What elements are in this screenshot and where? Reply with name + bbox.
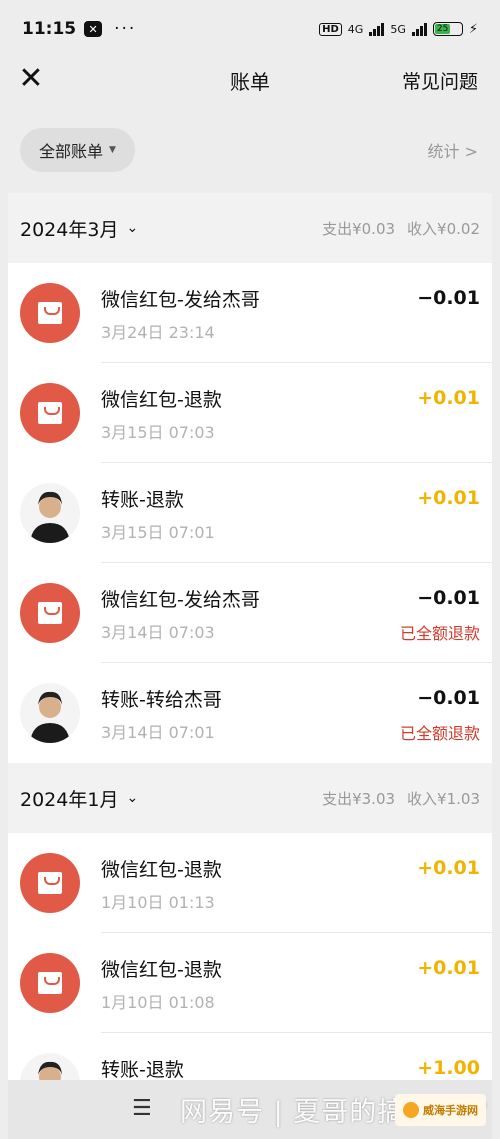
transaction-name: 转账-转给杰哥 bbox=[101, 689, 222, 711]
transaction-amount: −0.01 bbox=[417, 687, 480, 709]
month-summary: 支出¥3.03 收入¥1.03 bbox=[322, 788, 480, 809]
transaction-list: 微信红包-发给杰哥 3月24日 23:14 −0.01 微信红包-退款 3月15… bbox=[8, 263, 492, 763]
transaction-row[interactable]: 微信红包-发给杰哥 3月14日 07:03 −0.01 已全额退款 bbox=[8, 563, 492, 663]
transaction-name: 微信红包-发给杰哥 bbox=[101, 589, 260, 611]
charging-icon: ⚡ bbox=[468, 21, 478, 37]
expense-total: 支出¥0.03 bbox=[322, 219, 396, 238]
month-header[interactable]: 2024年1月 ⌄ 支出¥3.03 收入¥1.03 bbox=[8, 763, 492, 833]
transaction-date: 3月14日 07:01 bbox=[101, 723, 215, 742]
site-logo: 威海手游网 bbox=[395, 1094, 486, 1126]
transaction-row[interactable]: 微信红包-退款 3月15日 07:03 +0.01 bbox=[8, 363, 492, 463]
month-summary: 支出¥0.03 收入¥0.02 bbox=[322, 218, 480, 239]
expense-total: 支出¥3.03 bbox=[322, 789, 396, 808]
status-bar: 11:15 ✕ ··· HD 4G 5G 25 ⚡ bbox=[0, 0, 500, 58]
income-total: 收入¥0.02 bbox=[407, 219, 480, 238]
transaction-list: 微信红包-退款 1月10日 01:13 +0.01 微信红包-退款 1月10日 … bbox=[8, 833, 492, 1080]
transaction-row[interactable]: 转账-退款 +1.00 bbox=[8, 1033, 492, 1080]
page-title: 账单 bbox=[230, 69, 270, 94]
transaction-amount: +0.01 bbox=[417, 857, 480, 879]
close-icon[interactable]: ✕ bbox=[14, 62, 48, 96]
transaction-name: 微信红包-退款 bbox=[101, 389, 222, 411]
month-header[interactable]: 2024年3月 ⌄ 支出¥0.03 收入¥0.02 bbox=[8, 193, 492, 263]
filter-label: 全部账单 bbox=[39, 142, 104, 161]
transaction-row[interactable]: 转账-转给杰哥 3月14日 07:01 −0.01 已全额退款 bbox=[8, 663, 492, 763]
user-avatar bbox=[20, 483, 80, 543]
hd-badge: HD bbox=[319, 22, 342, 36]
transaction-date: 3月15日 07:03 bbox=[101, 423, 215, 442]
refund-status: 已全额退款 bbox=[399, 724, 480, 743]
transaction-date: 1月10日 01:08 bbox=[101, 993, 215, 1012]
transaction-name: 微信红包-退款 bbox=[101, 859, 222, 881]
transaction-row[interactable]: 微信红包-退款 1月10日 01:13 +0.01 bbox=[8, 833, 492, 933]
battery-level: 25 bbox=[434, 24, 451, 34]
transaction-amount: +0.01 bbox=[417, 957, 480, 979]
net-5g-label: 5G bbox=[390, 22, 406, 36]
transaction-amount: −0.01 bbox=[417, 587, 480, 609]
stats-link[interactable]: 统计 > bbox=[428, 138, 479, 162]
transaction-date: 3月15日 07:01 bbox=[101, 523, 215, 542]
red-packet-icon bbox=[20, 953, 80, 1013]
filter-dropdown[interactable]: 全部账单 ▼ bbox=[20, 128, 135, 172]
caret-down-icon: ▼ bbox=[109, 145, 116, 155]
transaction-amount: −0.01 bbox=[417, 287, 480, 309]
month-label: 2024年1月 bbox=[20, 788, 119, 811]
status-time: 11:15 bbox=[22, 19, 77, 39]
bottom-bar: ☰ 网易号 | 夏哥的搞笑日常 威海手游网 bbox=[8, 1080, 492, 1139]
transaction-name: 微信红包-发给杰哥 bbox=[101, 289, 260, 311]
user-avatar bbox=[20, 683, 80, 743]
transaction-date: 3月14日 07:03 bbox=[101, 623, 215, 642]
transaction-date: 3月24日 23:14 bbox=[101, 323, 215, 342]
app-notification-icon: ✕ bbox=[84, 21, 103, 37]
transaction-amount: +1.00 bbox=[417, 1057, 480, 1079]
red-packet-icon bbox=[20, 583, 80, 643]
signal-icon bbox=[369, 22, 385, 36]
battery-icon: 25 bbox=[432, 22, 463, 36]
transaction-name: 转账-退款 bbox=[101, 1059, 184, 1080]
red-packet-icon bbox=[20, 853, 80, 913]
signal-icon-2 bbox=[411, 22, 427, 36]
transaction-row[interactable]: 微信红包-发给杰哥 3月24日 23:14 −0.01 bbox=[8, 263, 492, 363]
red-packet-icon bbox=[20, 283, 80, 343]
chevron-down-icon: ⌄ bbox=[126, 220, 139, 236]
income-total: 收入¥1.03 bbox=[407, 789, 480, 808]
menu-icon[interactable]: ☰ bbox=[132, 1096, 152, 1121]
transaction-row[interactable]: 微信红包-退款 1月10日 01:08 +0.01 bbox=[8, 933, 492, 1033]
logo-text: 威海手游网 bbox=[423, 1104, 478, 1117]
more-notifications-icon: ··· bbox=[114, 19, 137, 39]
transaction-name: 转账-退款 bbox=[101, 489, 184, 511]
nav-bar: ✕ 账单 常见问题 bbox=[0, 58, 500, 102]
transaction-amount: +0.01 bbox=[417, 387, 480, 409]
month-label: 2024年3月 bbox=[20, 218, 119, 241]
filter-row: 全部账单 ▼ 统计 > bbox=[0, 128, 500, 172]
transaction-amount: +0.01 bbox=[417, 487, 480, 509]
user-avatar bbox=[20, 1053, 80, 1080]
logo-icon bbox=[403, 1102, 419, 1118]
transaction-date: 1月10日 01:13 bbox=[101, 893, 215, 912]
refund-status: 已全额退款 bbox=[399, 624, 480, 643]
chevron-down-icon: ⌄ bbox=[126, 790, 139, 806]
red-packet-icon bbox=[20, 383, 80, 443]
status-right: HD 4G 5G 25 ⚡ bbox=[319, 22, 478, 37]
faq-link[interactable]: 常见问题 bbox=[402, 67, 478, 94]
transaction-row[interactable]: 转账-退款 3月15日 07:01 +0.01 bbox=[8, 463, 492, 563]
transaction-name: 微信红包-退款 bbox=[101, 959, 222, 981]
net-4g-label: 4G bbox=[347, 22, 364, 36]
